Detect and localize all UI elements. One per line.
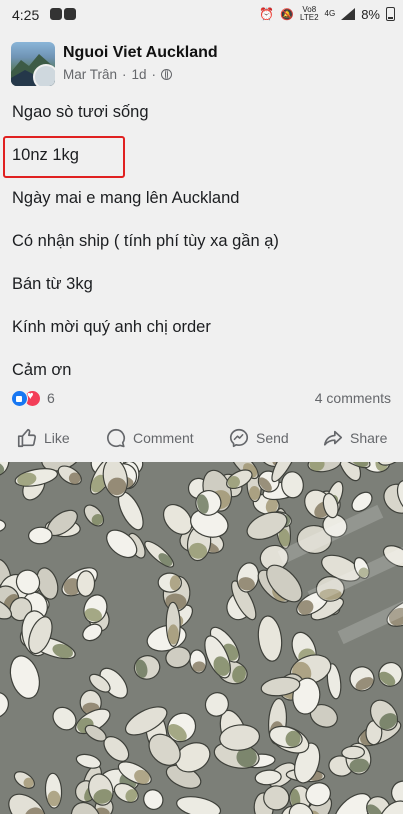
share-button[interactable]: Share [322,420,387,456]
status-time: 4:25 [12,7,40,23]
clam-shell [157,572,182,593]
clam-shell [76,570,96,597]
share-arrow-icon [323,430,343,446]
post-line-7: Cảm ơn [12,361,72,379]
clam-shell [28,526,53,545]
post-meta: Mar Trân · 1d · [63,67,173,82]
alarm-icon: ⏰ [259,7,275,21]
battery-percent: 8% [361,6,380,22]
post-line-6: Kính mời quý anh chị order [12,318,211,336]
group-name[interactable]: Nguoi Viet Auckland [63,44,218,62]
messenger-icon [229,428,249,448]
status-bar: 4:25 ⏰ 🔕 Vo8 LTE2 4G 8% [0,0,403,30]
notification-icon [50,8,62,20]
share-label: Share [350,430,388,446]
post-line-1: Ngao sò tươi sống [12,103,149,121]
clam-photo-drawing [0,462,403,814]
signal-icon [341,8,356,20]
post-line-5: Bán từ 3kg [12,275,93,293]
thumbs-up-icon [17,428,37,448]
post-line-4: Có nhận ship ( tính phí tùy xa gần ạ) [12,232,279,250]
red-highlight-box [3,136,125,178]
network-type: Vo8 LTE2 [300,5,319,22]
send-button[interactable]: Send [228,420,289,456]
battery-icon [386,7,395,21]
action-bar: Like Comment Send Share [0,420,403,458]
meta-separator: · [122,67,127,82]
mute-icon: 🔕 [280,8,294,21]
group-avatar[interactable] [11,42,55,86]
post-line-3: Ngày mai e mang lên Auckland [12,189,240,207]
post-time[interactable]: 1d [132,67,147,82]
comment-bubble-icon [107,428,126,448]
comments-count[interactable]: 4 comments [315,390,391,406]
clam-shell [165,601,181,648]
author-avatar[interactable] [33,64,55,86]
network-gen: 4G [324,9,336,18]
like-button[interactable]: Like [16,420,70,456]
comment-label: Comment [133,430,194,446]
reaction-count: 6 [47,390,55,406]
send-label: Send [256,430,289,446]
comment-button[interactable]: Comment [105,420,194,456]
status-right: ⏰ 🔕 Vo8 LTE2 4G 8% [259,6,395,22]
reaction-summary[interactable]: 6 [11,389,55,407]
author-name[interactable]: Mar Trân [63,67,117,82]
meta-separator-2: · [151,67,157,82]
post-photo-clams[interactable] [0,462,403,814]
message-notification-icon [64,8,76,20]
like-reaction-icon [11,389,28,407]
globe-icon [161,69,173,80]
like-label: Like [44,430,70,446]
